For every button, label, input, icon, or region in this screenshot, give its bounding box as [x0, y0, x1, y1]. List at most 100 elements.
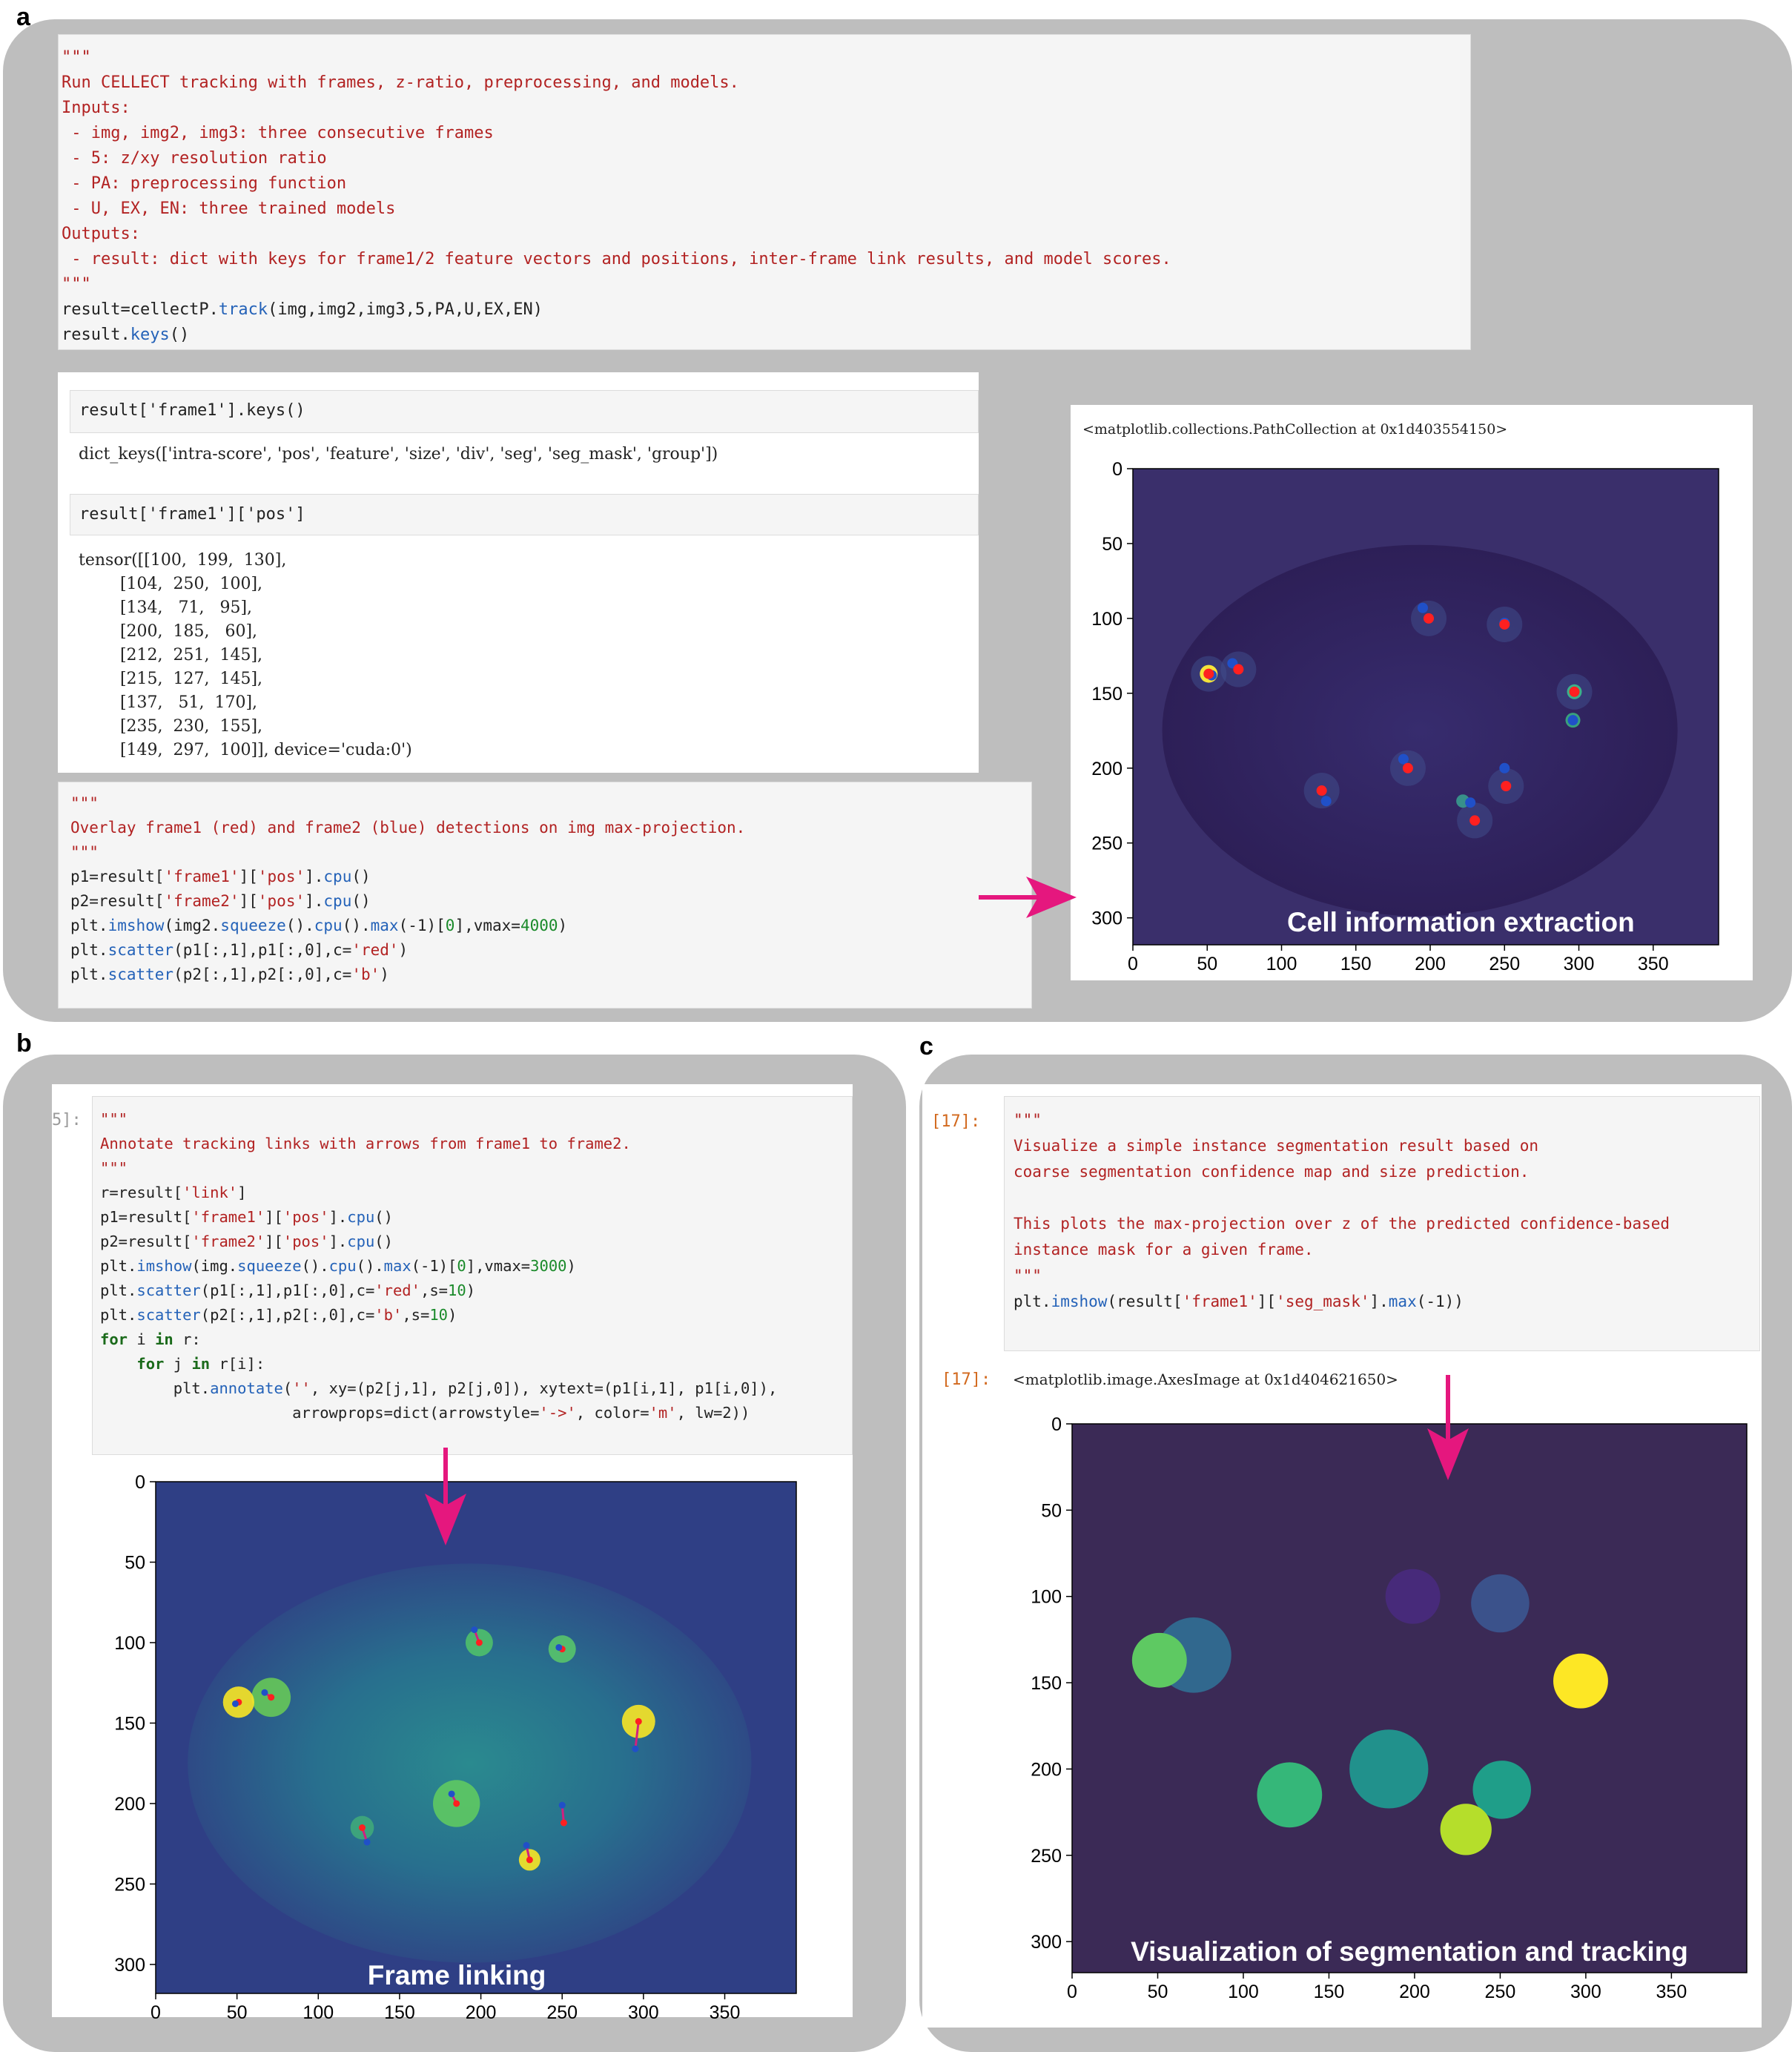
scatter-point-frame1 — [1233, 664, 1244, 675]
notebook-cell-overlay[interactable]: """ Overlay frame1 (red) and frame2 (blue… — [58, 782, 1032, 1009]
x-tick-label: 0 — [151, 2002, 161, 2023]
segmentation-instance — [1349, 1729, 1429, 1809]
pointer-arrow-c — [1427, 1375, 1469, 1480]
y-tick-label: 100 — [1031, 1587, 1062, 1608]
code-line: """ — [62, 48, 91, 67]
x-tick-label: 150 — [384, 2002, 415, 2023]
code-line: p2=result['frame2']['pos'].cpu() — [70, 892, 371, 910]
code-line: - U, EX, EN: three trained models — [62, 199, 396, 218]
y-tick-label: 250 — [1031, 1846, 1062, 1867]
scatter-point-frame2 — [448, 1790, 455, 1798]
plot-a-caption: Cell information extraction — [1287, 907, 1635, 937]
scatter-point-frame2 — [1567, 715, 1578, 726]
code-line: - result: dict with keys for frame1/2 fe… — [62, 250, 1171, 268]
notebook-cell-link[interactable]: """ Annotate tracking links with arrows f… — [92, 1096, 853, 1455]
output-dict-keys: dict_keys(['intra-score', 'pos', 'featur… — [79, 445, 718, 463]
scatter-point-frame2 — [231, 1700, 239, 1707]
x-tick-label: 150 — [1314, 1982, 1345, 2002]
scatter-point-frame2 — [1398, 753, 1409, 765]
code-line: p1=result['frame1']['pos'].cpu() — [100, 1208, 393, 1226]
scatter-point-frame2 — [555, 1643, 563, 1651]
tensor-row: tensor([[100, 199, 130], — [79, 551, 287, 570]
code-line: Annotate tracking links with arrows from… — [100, 1135, 631, 1152]
code-line: result=cellectP.track(img,img2,img3,5,PA… — [62, 300, 543, 319]
x-tick-label: 350 — [1656, 1982, 1687, 2002]
scatter-point-frame2 — [632, 1745, 639, 1752]
segmentation-instance — [1257, 1762, 1323, 1828]
scatter-point-frame1 — [475, 1639, 483, 1646]
scatter-point-frame1 — [1469, 815, 1481, 826]
y-tick-label: 300 — [114, 1955, 145, 1976]
notebook-cell-seg[interactable]: """ Visualize a simple instance segmentat… — [1004, 1096, 1760, 1351]
x-tick-label: 350 — [710, 2002, 741, 2023]
x-tick-label: 100 — [302, 2002, 334, 2023]
notebook-cell-track[interactable]: """ Run CELLECT tracking with frames, z-r… — [58, 34, 1471, 350]
scatter-point-frame1 — [526, 1856, 533, 1864]
code-line: instance mask for a given frame. — [1014, 1241, 1314, 1258]
code-line: r=result['link'] — [100, 1184, 247, 1201]
scatter-point-frame1 — [453, 1800, 460, 1807]
code-line: plt.scatter(p2[:,1],p2[:,0],c='b',s=10) — [100, 1306, 457, 1324]
code-line: Inputs: — [62, 99, 130, 117]
y-tick-label: 250 — [114, 1874, 145, 1895]
y-tick-label: 0 — [1112, 459, 1123, 480]
scatter-point-frame1 — [1499, 618, 1510, 630]
chart-c: 0 50 100 150 200 250 300 350050100150200250300 … — [1031, 1414, 1748, 2002]
scatter-point-frame2 — [471, 1626, 478, 1634]
panel-c-out-prompt: [17]: — [942, 1370, 991, 1389]
panel-label-c: c — [919, 1032, 933, 1060]
x-tick-label: 250 — [1485, 1982, 1516, 2002]
chart-a: 0 50 100 150 200 250 300 350050100150200250300 … — [1091, 459, 1719, 974]
y-tick-label: 200 — [114, 1794, 145, 1815]
panel-label-b: b — [16, 1029, 32, 1058]
code-line: for j in r[i]: — [136, 1355, 265, 1373]
x-tick-label: 200 — [466, 2002, 497, 2023]
tensor-row: [235, 230, 155], — [79, 717, 263, 736]
code-line: result.keys() — [62, 326, 190, 344]
x-tick-label: 100 — [1228, 1982, 1259, 2002]
code-line: """ — [70, 794, 99, 812]
pointer-arrow-b — [425, 1448, 466, 1545]
scatter-point-frame2 — [1320, 796, 1332, 807]
x-tick-label: 300 — [1570, 1982, 1601, 2002]
y-tick-label: 300 — [1031, 1932, 1062, 1953]
x-tick-label: 200 — [1415, 954, 1446, 974]
y-tick-label: 200 — [1091, 759, 1123, 779]
panel-b-prompt: 5]: — [52, 1111, 82, 1129]
y-tick-label: 100 — [1091, 609, 1123, 630]
code-line: plt.imshow(img2.squeeze().cpu().max(-1)[… — [70, 917, 568, 934]
code-line: - img, img2, img3: three consecutive fra… — [62, 124, 494, 142]
output-tensor: tensor([[100, 199, 130], [104, 250, 100]… — [79, 549, 412, 762]
x-tick-label: 0 — [1128, 954, 1138, 974]
y-tick-label: 0 — [135, 1472, 145, 1493]
code-line: plt.scatter(p1[:,1],p1[:,0],c='red') — [70, 941, 409, 959]
notebook-cell-frame1-keys[interactable]: result['frame1'].keys() — [70, 390, 979, 433]
code-block-overlay: """ Overlay frame1 (red) and frame2 (blue… — [70, 791, 1019, 987]
code-frame1-keys: result['frame1'].keys() — [79, 401, 305, 420]
tensor-row: [134, 71, 95], — [79, 598, 253, 617]
code-line: plt.scatter(p1[:,1],p1[:,0],c='red',s=10… — [100, 1281, 476, 1299]
tensor-row: [104, 250, 100], — [79, 575, 263, 593]
scatter-point-frame1 — [1402, 762, 1413, 773]
scatter-point-frame2 — [261, 1689, 268, 1696]
notebook-cell-frame1-pos[interactable]: result['frame1']['pos'] — [70, 494, 979, 535]
scatter-point-frame1 — [1501, 781, 1512, 791]
code-line: - PA: preprocessing function — [62, 174, 347, 193]
scatter-point-frame1 — [1569, 686, 1580, 697]
y-tick-label: 250 — [1091, 834, 1123, 854]
y-tick-label: 50 — [125, 1552, 145, 1573]
code-line: - 5: z/xy resolution ratio — [62, 149, 327, 168]
y-tick-label: 100 — [114, 1633, 145, 1654]
code-block-link: """ Annotate tracking links with arrows f… — [100, 1107, 844, 1425]
x-tick-label: 50 — [227, 2002, 248, 2023]
x-tick-label: 300 — [1564, 954, 1595, 974]
x-tick-label: 200 — [1399, 1982, 1430, 2002]
x-tick-label: 150 — [1340, 954, 1372, 974]
code-line: plt.imshow(result['frame1']['seg_mask'].… — [1014, 1293, 1464, 1310]
segmentation-instance — [1131, 1632, 1187, 1688]
x-tick-label: 100 — [1266, 954, 1297, 974]
x-tick-label: 300 — [628, 2002, 659, 2023]
code-line: plt.annotate('', xy=(p2[j,1], p2[j,0]), … — [100, 1379, 778, 1397]
code-line: Overlay frame1 (red) and frame2 (blue) d… — [70, 819, 746, 837]
